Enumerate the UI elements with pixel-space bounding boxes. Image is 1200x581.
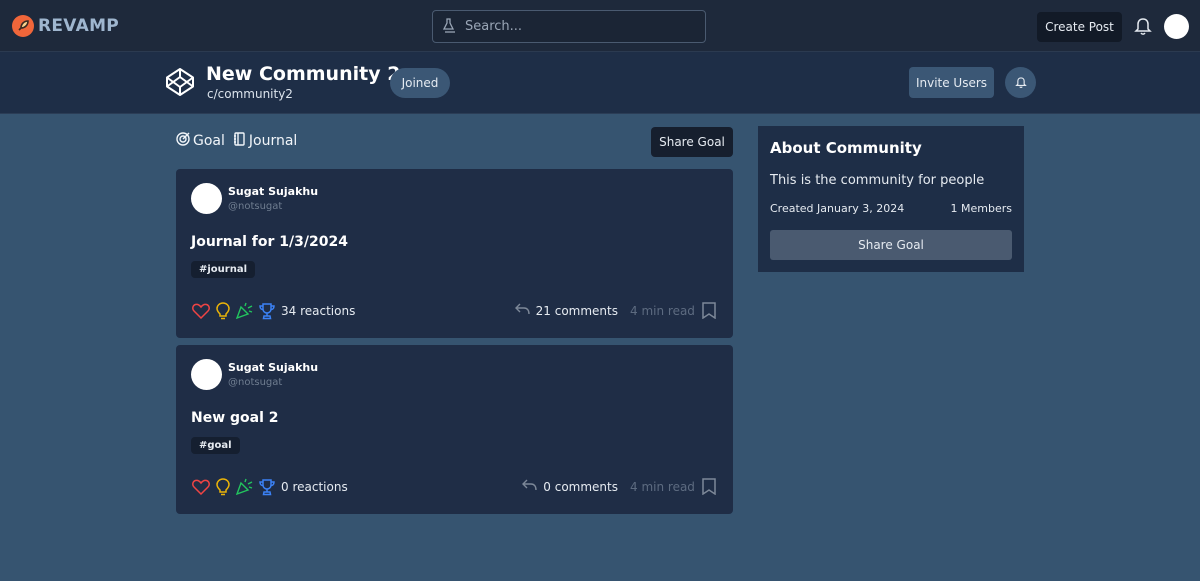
create-post-button[interactable]: Create Post	[1037, 12, 1122, 42]
comments-count: 0 comments	[543, 479, 618, 494]
trophy-icon[interactable]	[257, 301, 276, 320]
post-title[interactable]: New goal 2	[191, 410, 279, 426]
search-input[interactable]	[465, 19, 685, 34]
heart-icon[interactable]	[191, 477, 210, 496]
notebook-icon	[233, 132, 246, 150]
about-description: This is the community for people	[770, 173, 985, 188]
tab-goal[interactable]: Goal	[176, 132, 225, 150]
read-time: 4 min read	[630, 304, 695, 318]
brand-name: REVAMP	[38, 16, 120, 36]
search-bar[interactable]	[432, 10, 706, 43]
codepen-icon	[165, 67, 195, 101]
reactions-count: 0 reactions	[281, 479, 348, 494]
community-name: New Community 2	[206, 63, 401, 85]
bookmark-icon[interactable]	[702, 478, 716, 499]
author-handle: @notsugat	[228, 377, 283, 388]
created-date: Created January 3, 2024	[770, 202, 905, 215]
post-tag[interactable]: #journal	[191, 261, 256, 278]
bell-icon	[1014, 73, 1027, 92]
community-slug: c/community2	[207, 87, 293, 101]
author-avatar[interactable]	[191, 183, 222, 214]
reply-icon	[522, 479, 537, 494]
trophy-icon[interactable]	[257, 477, 276, 496]
community-notifications-button[interactable]	[1005, 67, 1036, 98]
post-card[interactable]: Sugat Sujakhu @notsugat Journal for 1/3/…	[176, 169, 733, 338]
bookmark-icon[interactable]	[702, 302, 716, 323]
lightbulb-icon[interactable]	[213, 477, 232, 496]
reactions-bar: 0 reactions	[191, 477, 348, 496]
reactions-count: 34 reactions	[281, 303, 356, 318]
heart-icon[interactable]	[191, 301, 210, 320]
invite-users-button[interactable]: Invite Users	[909, 67, 994, 98]
reply-icon	[514, 303, 530, 318]
party-popper-icon[interactable]	[235, 301, 254, 320]
feed-tabs: Goal Journal	[176, 132, 297, 150]
read-time: 4 min read	[630, 480, 695, 494]
post-tag[interactable]: #goal	[191, 437, 240, 454]
comments-link[interactable]: 21 comments	[514, 303, 618, 318]
top-navbar: REVAMP Create Post	[0, 0, 1200, 52]
post-title[interactable]: Journal for 1/3/2024	[191, 234, 348, 250]
author-handle: @notsugat	[228, 201, 283, 212]
author-name[interactable]: Sugat Sujakhu	[228, 185, 318, 198]
about-share-goal-button[interactable]: Share Goal	[770, 230, 1012, 260]
members-count: 1 Members	[950, 202, 1012, 215]
comments-link[interactable]: 0 comments	[522, 479, 618, 494]
joined-button[interactable]: Joined	[390, 68, 450, 98]
user-avatar[interactable]	[1164, 14, 1189, 39]
lightbulb-icon[interactable]	[213, 301, 232, 320]
about-title: About Community	[770, 139, 922, 157]
party-popper-icon[interactable]	[235, 477, 254, 496]
tab-goal-label: Goal	[193, 133, 225, 149]
notifications-bell-icon[interactable]	[1134, 16, 1152, 39]
comments-count: 21 comments	[535, 303, 618, 318]
community-header: New Community 2 c/community2 Joined Invi…	[0, 52, 1200, 114]
author-name[interactable]: Sugat Sujakhu	[228, 361, 318, 374]
reactions-bar: 34 reactions	[191, 301, 355, 320]
target-icon	[176, 132, 190, 150]
author-avatar[interactable]	[191, 359, 222, 390]
about-community-panel: About Community This is the community fo…	[758, 126, 1024, 272]
post-card[interactable]: Sugat Sujakhu @notsugat New goal 2 #goal…	[176, 345, 733, 514]
tab-journal-label: Journal	[248, 133, 298, 149]
search-icon	[442, 17, 457, 37]
tab-journal[interactable]: Journal	[233, 132, 297, 150]
rocket-icon	[12, 15, 34, 37]
brand-logo[interactable]: REVAMP	[12, 15, 119, 37]
share-goal-button[interactable]: Share Goal	[651, 127, 733, 157]
